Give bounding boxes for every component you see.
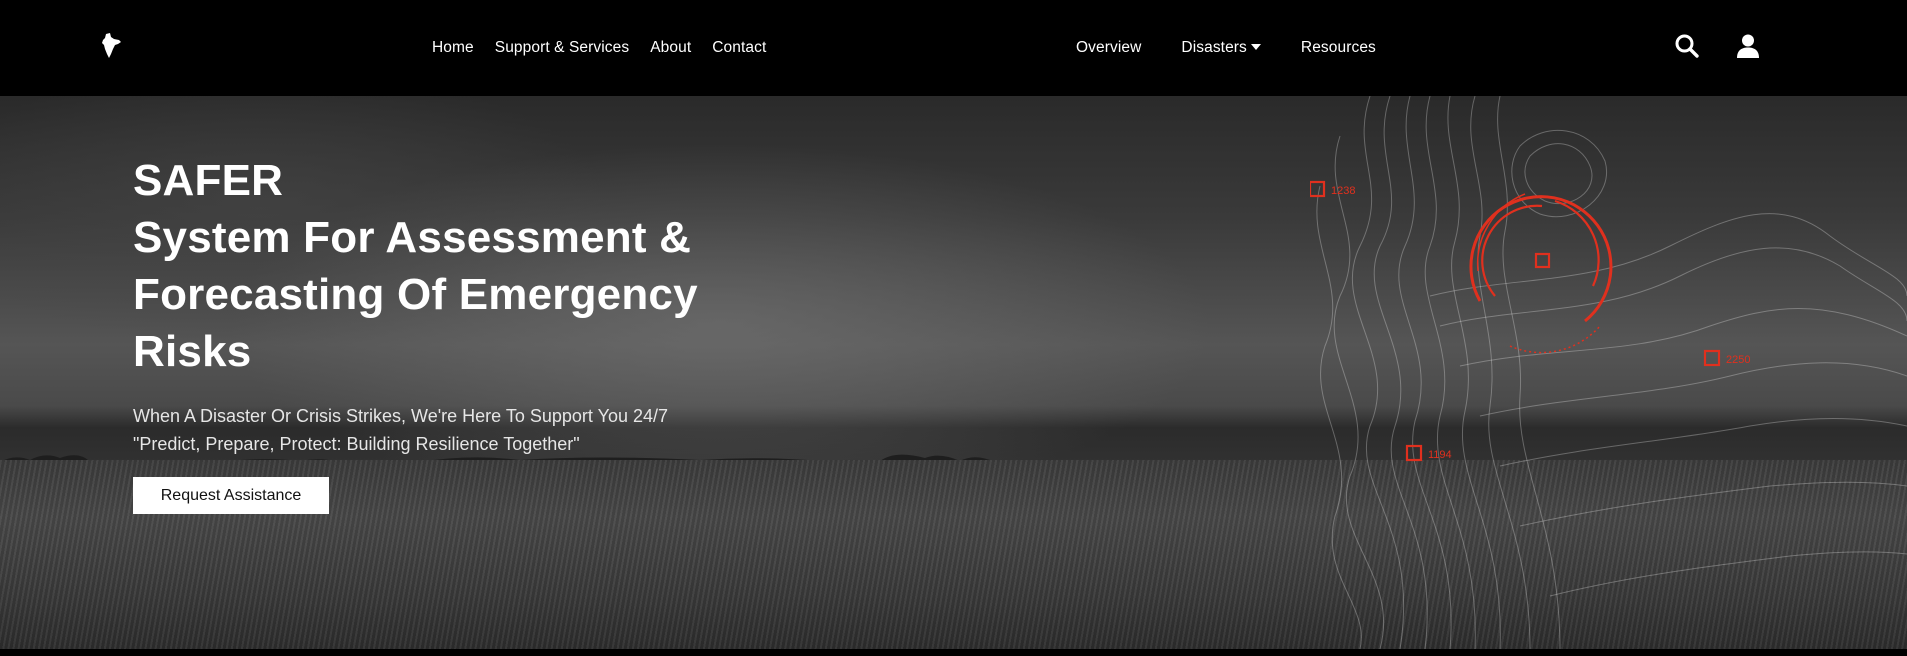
hero-title-line-3: Forecasting Of Emergency [133,270,698,319]
search-icon[interactable] [1674,33,1700,59]
nav-about[interactable]: About [650,39,691,57]
map-marker-center [1534,252,1551,269]
hero-subtitle: When A Disaster Or Crisis Strikes, We're… [133,402,733,458]
hero-title: SAFER System For Assessment & Forecastin… [133,152,733,380]
top-navbar: Home Support & Services About Contact Ov… [0,0,1907,96]
nav-disasters-dropdown[interactable]: Disasters [1181,39,1261,57]
user-icon[interactable] [1735,33,1761,59]
map-marker-label-2250: 2250 [1726,354,1750,366]
map-marker-label-1194: 1194 [1428,449,1452,461]
nav-overview[interactable]: Overview [1076,39,1141,57]
map-marker-label-1238: 1238 [1331,185,1355,197]
nav-contact[interactable]: Contact [712,39,766,57]
page-bottom-divider [0,649,1907,656]
hero-subtitle-line-2: "Predict, Prepare, Protect: Building Res… [133,434,580,454]
india-map-icon[interactable] [100,33,122,59]
request-assistance-button[interactable]: Request Assistance [133,477,329,514]
hero-title-line-1: SAFER [133,156,284,205]
nav-resources[interactable]: Resources [1301,39,1376,57]
caret-down-icon [1250,44,1261,50]
hero-title-line-4: Risks [133,327,252,376]
map-marker-1238 [1310,180,1326,198]
primary-nav: Home Support & Services About Contact [432,0,766,96]
secondary-nav: Overview Disasters Resources [1076,0,1376,96]
hero-subtitle-line-1: When A Disaster Or Crisis Strikes, We're… [133,406,669,426]
hero-banner: 1238 2250 1194 SAFER System For Assessme… [0,96,1907,649]
hero-title-line-2: System For Assessment & [133,213,692,262]
nav-disasters-label: Disasters [1181,39,1247,56]
nav-home[interactable]: Home [432,39,474,57]
topographic-map-overlay: 1238 2250 1194 [1310,96,1907,649]
nav-support-services[interactable]: Support & Services [495,39,629,57]
hero-text-block: SAFER System For Assessment & Forecastin… [133,152,733,458]
map-marker-2250 [1703,349,1721,367]
